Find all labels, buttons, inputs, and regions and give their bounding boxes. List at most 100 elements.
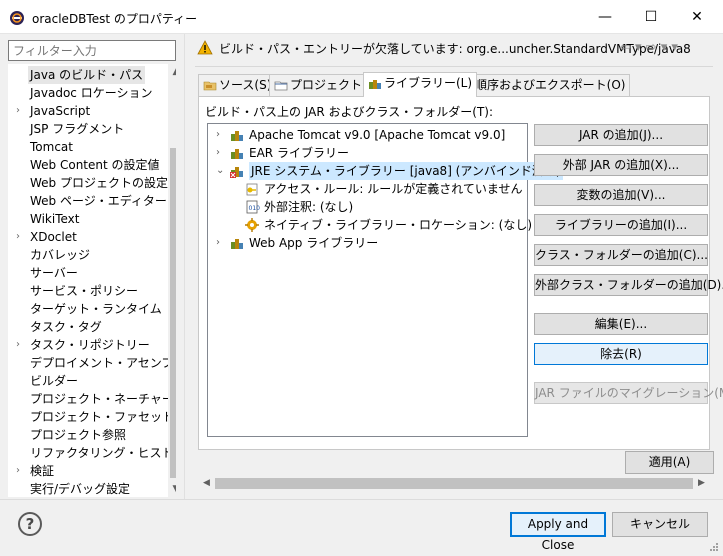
nav-item[interactable]: カバレッジ (8, 246, 160, 264)
native-library-icon (245, 218, 259, 232)
scroll-thumb[interactable] (170, 148, 176, 478)
nav-item[interactable]: ターゲット・ランタイム (8, 300, 162, 318)
warning-icon (197, 40, 213, 55)
nav-item[interactable]: Web プロジェクトの設定 (8, 174, 168, 192)
nav-item[interactable]: プロジェクト・ネーチャー (8, 390, 174, 408)
nav-item-label: プロジェクト・ネーチャー (30, 392, 174, 406)
nav-item[interactable]: リファクタリング・ヒストリー (8, 444, 176, 462)
tab-label: ライブラリー(L) (384, 76, 473, 90)
nav-item-label: WikiText (30, 212, 80, 226)
minimize-button[interactable]: — (582, 0, 628, 34)
tab-label: 順序およびエクスポート(O) (475, 78, 626, 92)
library-icon (231, 131, 243, 141)
expand-arrow-icon[interactable]: › (16, 336, 20, 354)
add-class-folder-button[interactable]: クラス・フォルダーの追加(C)... (534, 244, 708, 266)
tab-source[interactable]: ソース(S) (198, 74, 277, 96)
library-tree[interactable]: › Apache Tomcat v9.0 [Apache Tomcat v9.0… (207, 123, 563, 437)
nav-item-label: プロジェクト・ファセット (30, 410, 175, 424)
tab-libraries[interactable]: ライブラリー(L) (363, 72, 478, 97)
expand-arrow-icon[interactable]: › (216, 126, 220, 144)
history-nav-buttons[interactable]: ⇦ ▾ ⇨ ▾ ▾ (620, 40, 678, 55)
nav-item[interactable]: Tomcat (8, 138, 160, 156)
window-title: oracleDBTest のプロパティー (32, 12, 198, 26)
nav-item[interactable]: プロジェクト・ファセット (8, 408, 174, 426)
nav-vertical-scrollbar[interactable]: ▲ ▼ (168, 64, 176, 497)
properties-nav-tree[interactable]: 実行/デバッグ設定 › 検証 リファクタリング・ヒストリープロジェクト参照 プロジェクト… (8, 64, 176, 497)
nav-item[interactable]: › XDoclet (8, 228, 160, 246)
nav-item[interactable]: › JavaScript (8, 102, 160, 120)
edit-button[interactable]: 編集(E)... (534, 313, 708, 335)
pane-divider[interactable] (184, 34, 185, 499)
add-external-class-folder-button[interactable]: 外部クラス・フォルダーの追加(D)... (534, 274, 723, 296)
nav-item-label: JavaScript (30, 104, 91, 118)
nav-item-label: Web Content の設定値 (30, 158, 160, 172)
nav-item-label: Tomcat (30, 140, 73, 154)
horizontal-scrollbar[interactable]: ◀ ▶ (198, 475, 710, 492)
scroll-down-icon[interactable]: ▼ (168, 481, 176, 497)
header-separator (195, 66, 713, 67)
nav-item[interactable]: › タスク・リポジトリー (8, 336, 160, 354)
nav-item[interactable]: WikiText (8, 210, 160, 228)
nav-item[interactable]: › 検証 (8, 462, 160, 480)
cancel-button[interactable]: キャンセル (612, 512, 708, 537)
close-button[interactable]: ✕ (674, 0, 720, 34)
tab-order-export[interactable]: 順序およびエクスポート(O) (454, 74, 631, 96)
scroll-thumb[interactable] (215, 478, 693, 489)
footer-separator (0, 499, 723, 500)
eclipse-app-icon (10, 11, 24, 25)
remove-button[interactable]: 除去(R) (534, 343, 708, 365)
nav-item[interactable]: Web ページ・エディター (8, 192, 167, 210)
scroll-right-icon[interactable]: ▶ (693, 475, 710, 492)
nav-item-label: カバレッジ (30, 248, 91, 262)
nav-item-label: Javadoc ロケーション (30, 86, 153, 100)
nav-item-label: Web プロジェクトの設定 (30, 176, 168, 190)
add-library-button[interactable]: ライブラリーの追加(I)... (534, 214, 708, 236)
apply-and-close-button[interactable]: Apply and Close (510, 512, 606, 552)
scroll-left-icon[interactable]: ◀ (198, 475, 215, 492)
tree-row-label: Apache Tomcat v9.0 [Apache Tomcat v9.0] (249, 128, 506, 142)
nav-item-label: XDoclet (30, 230, 77, 244)
nav-item-label: リファクタリング・ヒストリー (30, 446, 176, 460)
nav-item-label: タスク・リポジトリー (30, 338, 150, 352)
nav-item[interactable]: デプロイメント・アセンブリー (8, 354, 176, 372)
expand-arrow-icon[interactable]: › (216, 234, 220, 252)
maximize-button[interactable]: ☐ (628, 0, 674, 34)
filter-input[interactable] (8, 40, 176, 61)
nav-item[interactable]: ビルダー (8, 372, 160, 390)
nav-item[interactable]: 実行/デバッグ設定 (8, 480, 160, 497)
tree-row-label: Web App ライブラリー (249, 236, 379, 250)
nav-item[interactable]: サービス・ポリシー (8, 282, 160, 300)
tree-row-label: ネイティブ・ライブラリー・ロケーション: (なし) (264, 218, 533, 232)
add-variable-button[interactable]: 変数の追加(V)... (534, 184, 708, 206)
apply-button[interactable]: 適用(A) (625, 451, 714, 474)
nav-item-label: 検証 (30, 464, 55, 478)
nav-item[interactable]: プロジェクト参照 (8, 426, 160, 444)
migrate-jar-button: JAR ファイルのマイグレーション(M)... (534, 382, 723, 404)
nav-item[interactable]: Web Content の設定値 (8, 156, 160, 174)
nav-item[interactable]: タスク・タグ (8, 318, 160, 336)
nav-item[interactable]: Javadoc ロケーション (8, 84, 160, 102)
expand-arrow-icon[interactable]: › (216, 144, 220, 162)
expand-arrow-icon[interactable]: › (16, 102, 20, 120)
source-folder-icon (203, 81, 217, 91)
nav-item[interactable]: サーバー (8, 264, 160, 282)
nav-item-label: プロジェクト参照 (30, 428, 127, 442)
add-external-jar-button[interactable]: 外部 JAR の追加(X)... (534, 154, 708, 176)
annotations-icon: 010 (246, 200, 260, 214)
build-path-label: ビルド・パス上の JAR およびクラス・フォルダー(T): (205, 105, 494, 119)
scroll-up-icon[interactable]: ▲ (168, 64, 176, 80)
add-jar-button[interactable]: JAR の追加(J)... (534, 124, 708, 146)
nav-item-label: サーバー (30, 266, 78, 280)
collapse-arrow-icon[interactable]: ⌄ (216, 162, 224, 180)
expand-arrow-icon[interactable]: › (16, 462, 20, 480)
help-icon[interactable]: ? (18, 512, 42, 536)
nav-item-label: Web ページ・エディター (30, 194, 167, 208)
tree-row-label: EAR ライブラリー (249, 146, 349, 160)
nav-item[interactable]: Java のビルド・パス (8, 66, 160, 84)
nav-item-label: デプロイメント・アセンブリー (30, 356, 176, 370)
nav-item[interactable]: JSP フラグメント (8, 120, 160, 138)
tab-label: ソース(S) (219, 78, 272, 92)
expand-arrow-icon[interactable]: › (16, 228, 20, 246)
resize-grip-icon[interactable] (707, 540, 719, 552)
library-icon (369, 80, 381, 89)
